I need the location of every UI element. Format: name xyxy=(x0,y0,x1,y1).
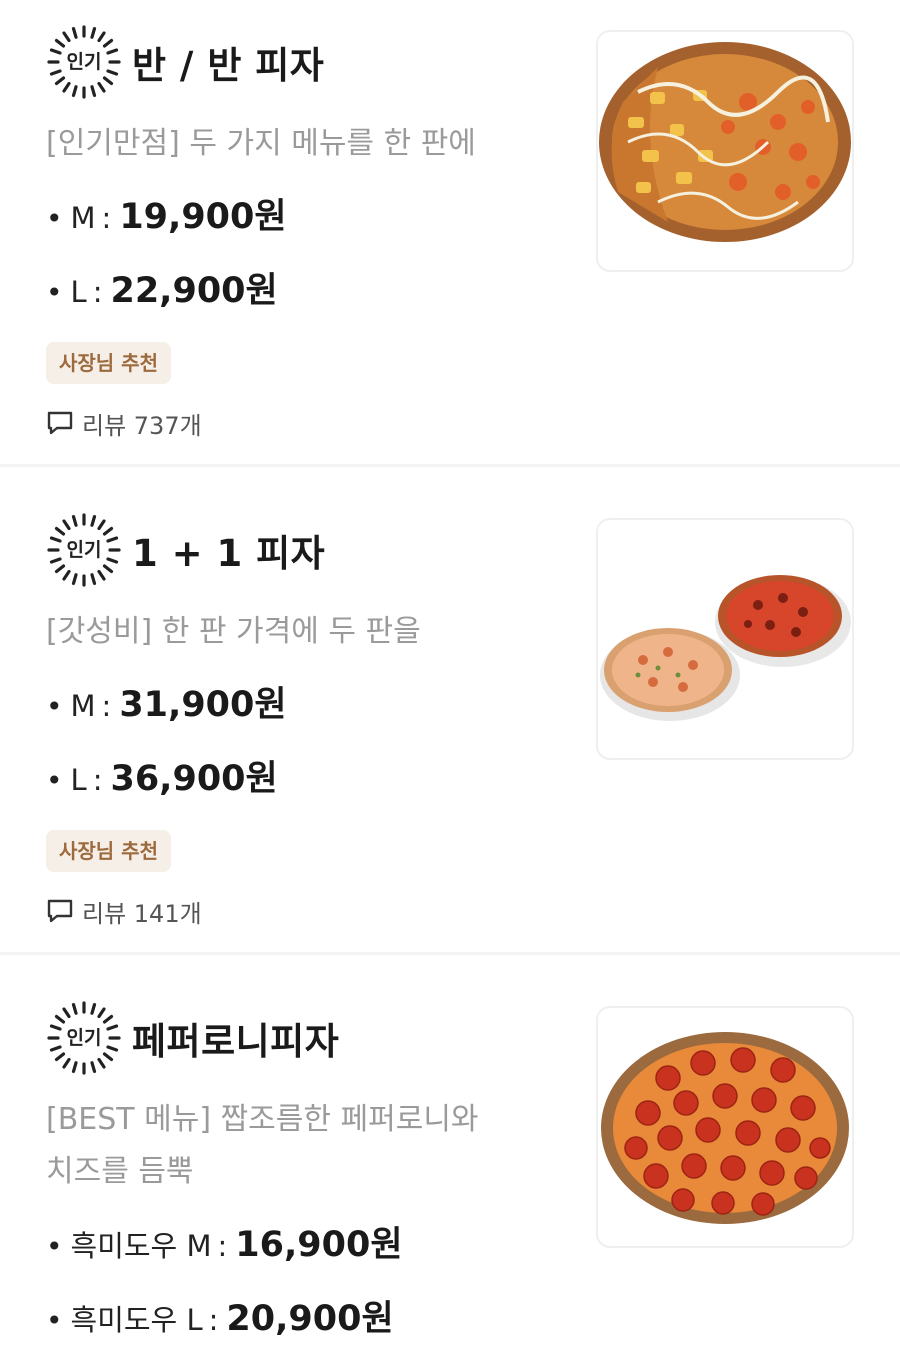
review-link[interactable]: 리뷰 141개 xyxy=(46,894,566,928)
price-separator: : xyxy=(217,1229,228,1263)
menu-item-half-half-pizza[interactable]: 인기 반 / 반 피자 [인기만점] 두 가지 메뉴를 한 판에 • M : 1… xyxy=(0,0,900,464)
price-option: • L : 36,900원 xyxy=(46,742,566,816)
price-separator: : xyxy=(92,763,103,797)
menu-item-title-row: 인기 페퍼로니피자 xyxy=(46,996,566,1080)
menu-item-description-line: 치즈를 듬뿍 xyxy=(46,1154,194,1189)
price-size-label: L xyxy=(70,763,87,797)
menu-list: 인기 반 / 반 피자 [인기만점] 두 가지 메뉴를 한 판에 • M : 1… xyxy=(0,0,900,1340)
bullet-icon: • xyxy=(46,764,63,797)
menu-item-thumbnail[interactable] xyxy=(596,30,854,272)
price-value: 19,900원 xyxy=(119,197,287,237)
bullet-icon: • xyxy=(46,276,63,309)
section-divider xyxy=(0,952,900,955)
popular-badge-label: 인기 xyxy=(66,1027,102,1049)
price-option: • 흑미도우 L : 20,900원 xyxy=(46,1282,566,1356)
speech-bubble-icon xyxy=(46,409,74,437)
popular-badge-label: 인기 xyxy=(66,539,102,561)
price-separator: : xyxy=(92,275,103,309)
popular-badge: 인기 xyxy=(46,1000,122,1076)
section-divider xyxy=(0,464,900,467)
price-size-label: M xyxy=(70,201,96,235)
bullet-icon: • xyxy=(46,202,63,235)
review-link[interactable]: 리뷰 737개 xyxy=(46,406,566,440)
menu-item-thumbnail[interactable] xyxy=(596,518,854,760)
price-value: 31,900원 xyxy=(119,685,287,725)
price-option: • M : 19,900원 xyxy=(46,180,566,254)
menu-item-info: 인기 반 / 반 피자 [인기만점] 두 가지 메뉴를 한 판에 • M : 1… xyxy=(46,20,566,440)
price-value: 36,900원 xyxy=(110,759,278,799)
menu-item-title-row: 인기 반 / 반 피자 xyxy=(46,20,566,104)
menu-item-description: [BEST 메뉴] 짭조름한 페퍼로니와 치즈를 듬뿍 xyxy=(46,1094,566,1198)
price-size-label: 흑미도우 L xyxy=(70,1303,203,1337)
review-count: 리뷰 141개 xyxy=(82,899,202,928)
price-option: • L : 22,900원 xyxy=(46,254,566,328)
menu-item-info: 인기 페퍼로니피자 [BEST 메뉴] 짭조름한 페퍼로니와 치즈를 듬뿍 • … xyxy=(46,996,566,1356)
price-value: 22,900원 xyxy=(110,271,278,311)
price-option: • M : 31,900원 xyxy=(46,668,566,742)
menu-item-name[interactable]: 페퍼로니피자 xyxy=(132,1011,339,1065)
two-pizzas-image xyxy=(600,575,851,721)
price-value: 20,900원 xyxy=(226,1299,394,1339)
owner-recommend-badge: 사장님 추천 xyxy=(46,830,171,872)
bullet-icon: • xyxy=(46,690,63,723)
menu-item-description-line: [BEST 메뉴] 짭조름한 페퍼로니와 xyxy=(46,1102,479,1137)
owner-recommend-badge: 사장님 추천 xyxy=(46,342,171,384)
price-option: • 흑미도우 M : 16,900원 xyxy=(46,1208,566,1282)
price-size-label: L xyxy=(70,275,87,309)
menu-item-title-row: 인기 1 + 1 피자 xyxy=(46,508,566,592)
bullet-icon: • xyxy=(46,1230,63,1263)
menu-item-1plus1-pizza[interactable]: 인기 1 + 1 피자 [갓성비] 한 판 가격에 두 판을 • M : 31,… xyxy=(0,470,900,952)
menu-item-info: 인기 1 + 1 피자 [갓성비] 한 판 가격에 두 판을 • M : 31,… xyxy=(46,508,566,928)
menu-item-thumbnail[interactable] xyxy=(596,1006,854,1248)
price-separator: : xyxy=(101,689,112,723)
popular-badge-label: 인기 xyxy=(66,51,102,73)
bullet-icon: • xyxy=(46,1304,63,1337)
review-count: 리뷰 737개 xyxy=(82,411,202,440)
price-size-label: M xyxy=(70,689,96,723)
menu-item-pepperoni-pizza[interactable]: 인기 페퍼로니피자 [BEST 메뉴] 짭조름한 페퍼로니와 치즈를 듬뿍 • … xyxy=(0,958,900,1358)
price-size-label: 흑미도우 M xyxy=(70,1229,212,1263)
popular-badge: 인기 xyxy=(46,24,122,100)
half-half-pizza-image xyxy=(599,42,851,242)
popular-badge: 인기 xyxy=(46,512,122,588)
menu-item-name[interactable]: 1 + 1 피자 xyxy=(132,523,325,577)
menu-item-name[interactable]: 반 / 반 피자 xyxy=(132,35,324,89)
pepperoni-pizza-image xyxy=(601,1032,849,1224)
price-separator: : xyxy=(101,201,112,235)
menu-item-description: [인기만점] 두 가지 메뉴를 한 판에 xyxy=(46,126,476,161)
price-separator: : xyxy=(208,1303,219,1337)
menu-item-description: [갓성비] 한 판 가격에 두 판을 xyxy=(46,614,421,649)
speech-bubble-icon xyxy=(46,897,74,925)
price-value: 16,900원 xyxy=(235,1225,403,1265)
